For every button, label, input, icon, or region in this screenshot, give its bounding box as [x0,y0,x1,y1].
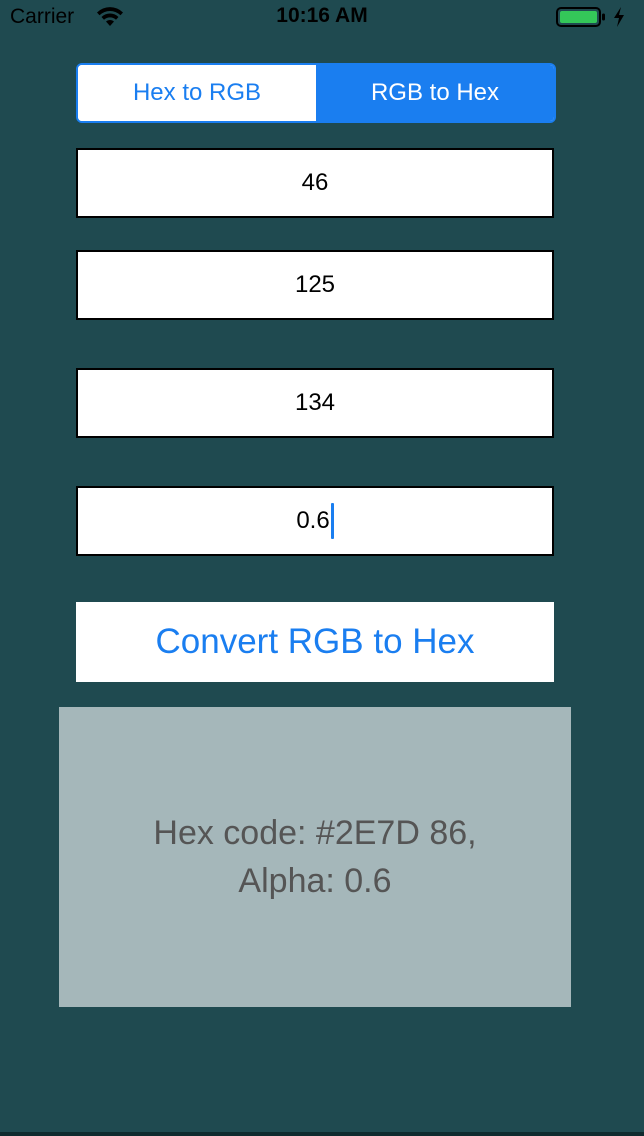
result-alpha-line: Alpha: 0.6 [238,862,392,900]
green-field [76,250,554,320]
blue-input[interactable] [78,370,552,436]
alpha-input[interactable]: 0.6 [78,488,552,554]
segment-rgb-to-hex[interactable]: RGB to Hex [316,65,554,121]
blue-field [76,368,554,438]
bottom-edge [0,1132,644,1136]
result-panel: Hex code: #2E7D 86, Alpha: 0.6 [59,707,571,1007]
red-input[interactable] [78,150,552,216]
status-time: 10:16 AM [276,4,368,27]
battery-icon [556,7,605,27]
alpha-field[interactable]: 0.6 [76,486,554,556]
mode-segmented-control: Hex to RGB RGB to Hex [76,63,556,123]
convert-button[interactable]: Convert RGB to Hex [76,602,554,682]
text-cursor [330,503,334,539]
result-text: Hex code: #2E7D 86, Alpha: 0.6 [153,809,476,905]
result-hex-line: Hex code: #2E7D 86, [153,814,477,852]
status-bar: Carrier 10:16 AM [0,0,644,34]
red-field [76,148,554,218]
alpha-value: 0.6 [296,507,330,534]
charging-bolt-icon [614,7,624,27]
segment-hex-to-rgb[interactable]: Hex to RGB [78,65,316,121]
green-input[interactable] [78,252,552,318]
